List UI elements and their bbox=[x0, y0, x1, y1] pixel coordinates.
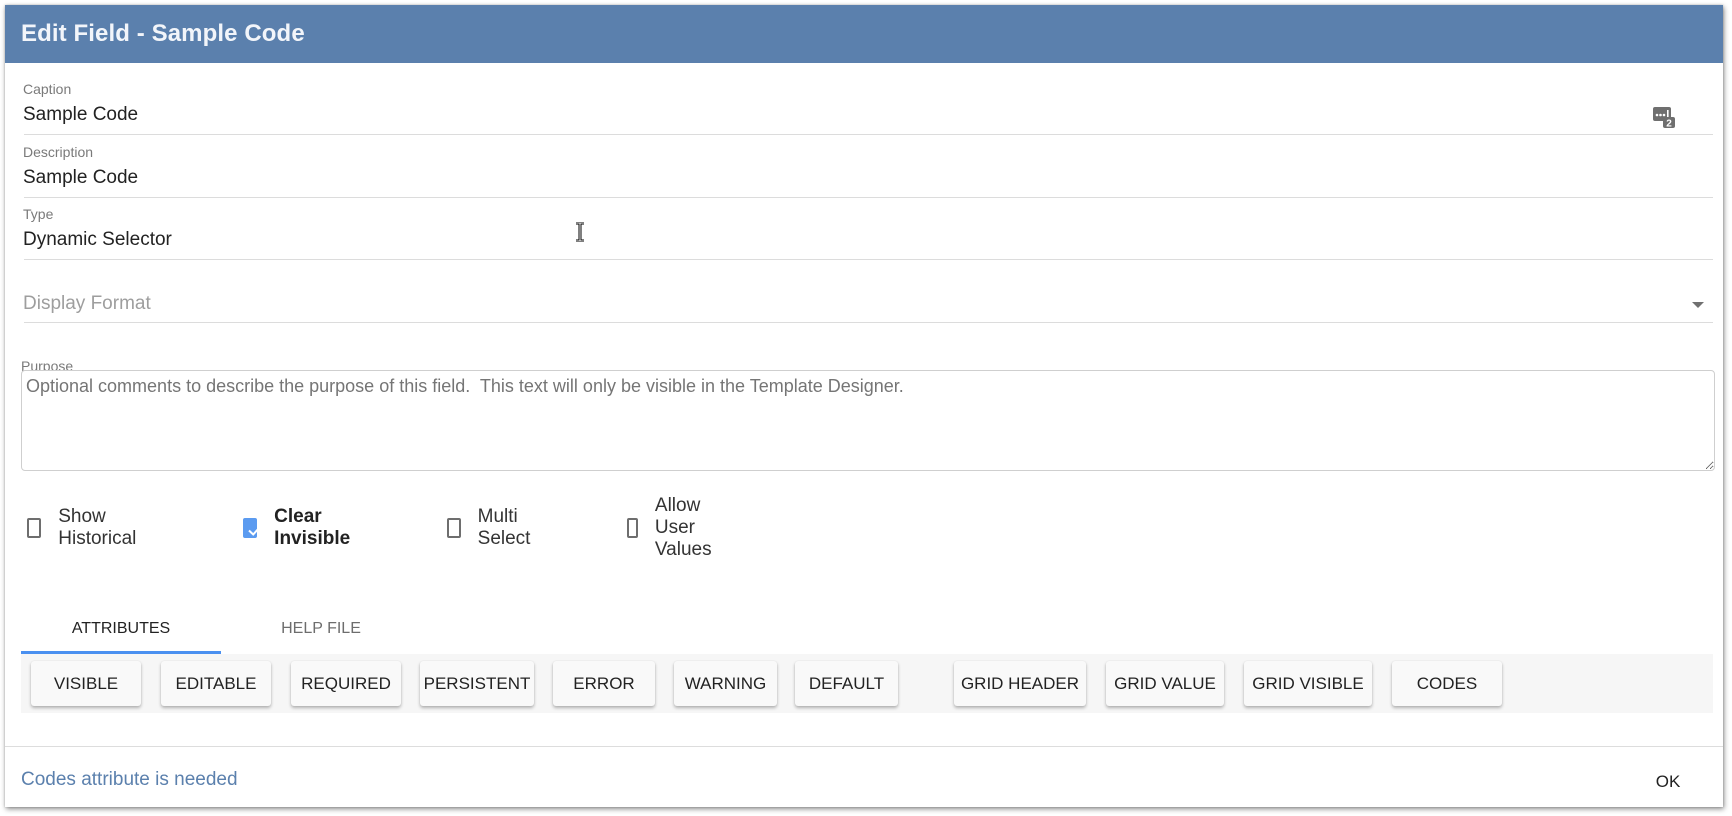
description-field[interactable]: Description Sample Code bbox=[23, 134, 1713, 199]
allow-user-values-checkbox[interactable]: Allow User Values bbox=[627, 495, 721, 560]
show-historical-checkbox[interactable]: Show Historical bbox=[27, 506, 142, 549]
editable-button[interactable]: EDITABLE bbox=[161, 661, 271, 706]
purpose-textarea[interactable] bbox=[21, 370, 1715, 471]
display-format-select[interactable]: Display Format bbox=[23, 259, 1713, 324]
checkbox-label: Multi Select bbox=[477, 506, 531, 549]
default-button[interactable]: DEFAULT bbox=[795, 661, 898, 706]
clear-invisible-checkbox[interactable]: Clear Invisible bbox=[243, 506, 356, 549]
visible-button[interactable]: VISIBLE bbox=[31, 661, 141, 706]
localize-text-icon[interactable]: 2 bbox=[1652, 105, 1676, 130]
tab-attributes[interactable]: ATTRIBUTES bbox=[21, 605, 221, 653]
caption-label: Caption bbox=[23, 81, 72, 97]
tab-help-file[interactable]: HELP FILE bbox=[221, 605, 421, 653]
checkbox-label: Show Historical bbox=[58, 506, 137, 549]
svg-text:2: 2 bbox=[1666, 119, 1672, 130]
description-label: Description bbox=[23, 144, 94, 160]
checkbox-label: Clear Invisible bbox=[274, 506, 351, 549]
checkbox-box-checked[interactable] bbox=[243, 518, 262, 538]
checkbox-label: Allow User Values bbox=[654, 495, 712, 560]
type-label: Type bbox=[23, 206, 54, 222]
type-field[interactable]: Type Dynamic Selector bbox=[23, 196, 1713, 261]
codes-button[interactable]: CODES bbox=[1392, 661, 1502, 706]
multi-select-checkbox[interactable]: Multi Select bbox=[447, 506, 537, 549]
grid-header-button[interactable]: GRID HEADER bbox=[954, 661, 1086, 706]
dialog-title: Edit Field - Sample Code bbox=[21, 20, 305, 47]
caption-input[interactable]: Sample Code bbox=[23, 104, 138, 126]
checkbox-box[interactable] bbox=[447, 518, 461, 538]
dropdown-arrow-icon[interactable] bbox=[1692, 302, 1704, 308]
required-button[interactable]: REQUIRED bbox=[291, 661, 401, 706]
display-format-placeholder: Display Format bbox=[23, 293, 151, 314]
type-input[interactable]: Dynamic Selector bbox=[23, 229, 172, 251]
dialog-header: Edit Field - Sample Code bbox=[5, 5, 1723, 63]
warning-button[interactable]: WARNING bbox=[674, 661, 777, 706]
footer-divider bbox=[5, 746, 1723, 747]
grid-value-button[interactable]: GRID VALUE bbox=[1106, 661, 1224, 706]
persistent-button[interactable]: PERSISTENT bbox=[420, 661, 534, 706]
ok-button[interactable]: OK bbox=[1639, 764, 1697, 800]
status-message: Codes attribute is needed bbox=[21, 769, 238, 790]
edit-field-dialog: Edit Field - Sample Code Caption Sample … bbox=[5, 5, 1723, 807]
description-input[interactable]: Sample Code bbox=[23, 167, 138, 189]
caption-field[interactable]: Caption Sample Code bbox=[23, 71, 1713, 136]
attribute-buttons-panel: VISIBLE EDITABLE REQUIRED PERSISTENT ERR… bbox=[21, 654, 1713, 713]
error-button[interactable]: ERROR bbox=[553, 661, 655, 706]
check-icon bbox=[248, 525, 262, 536]
display-format-underline bbox=[24, 322, 1713, 323]
grid-visible-button[interactable]: GRID VISIBLE bbox=[1244, 661, 1372, 706]
checkbox-box[interactable] bbox=[627, 518, 638, 538]
checkbox-box[interactable] bbox=[27, 518, 42, 538]
